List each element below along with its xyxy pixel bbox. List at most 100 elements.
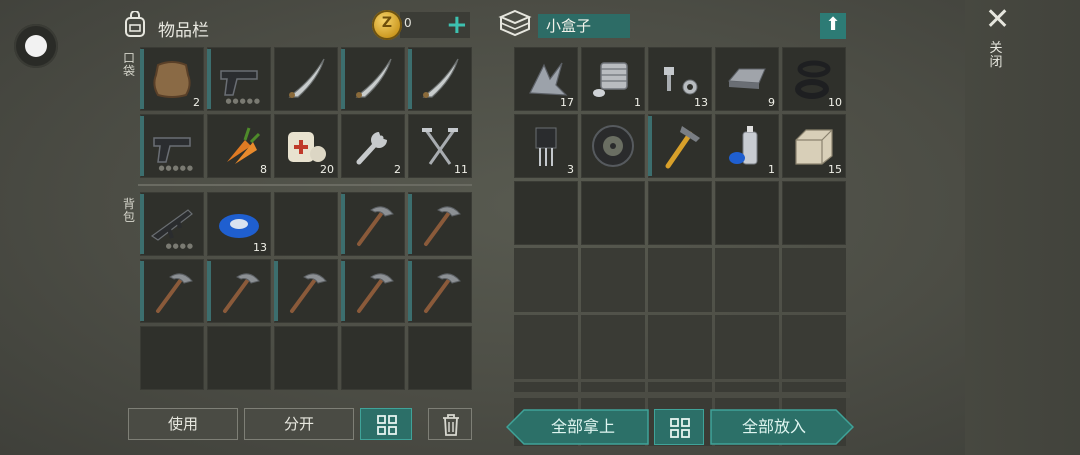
slot-empty[interactable] [648,181,712,245]
wrench-icon [356,132,387,165]
slot-iron-ingot[interactable]: 9 [715,47,779,111]
split-button[interactable]: 分开 [244,408,354,440]
backpack-icon [125,11,145,37]
slot-empty[interactable] [581,315,645,379]
coin-value: 0 [404,16,412,30]
take-all-label[interactable]: 全部拿上 [524,410,642,444]
pickaxe-icon [357,273,394,313]
slot-pistol[interactable]: ●●●●● [140,114,204,178]
slot-machete[interactable] [408,47,472,111]
add-coins-button[interactable]: + [446,10,468,40]
slot-empty[interactable] [782,248,846,312]
slot-empty[interactable] [514,248,578,312]
slot-empty[interactable] [715,181,779,245]
durability-bar [207,261,211,321]
durability-bar [408,261,412,321]
rifle-icon [150,209,193,241]
slot-empty[interactable] [274,192,338,256]
put-all-label[interactable]: 全部放入 [712,410,836,444]
slot-hammer[interactable] [648,114,712,178]
box-title: 小盒子 [538,14,630,38]
close-label[interactable]: 关闭 [988,42,1004,70]
item-count: 1 [768,163,775,176]
slot-transistor[interactable]: 3 [514,114,578,178]
slot-wrench[interactable]: 2 [341,114,405,178]
use-button[interactable]: 使用 [128,408,238,440]
item-count: 3 [567,163,574,176]
grid-icon [670,418,690,438]
slot-pistol[interactable]: ●●●●● [207,47,271,111]
slot-pickaxe[interactable] [341,259,405,323]
sort-button[interactable] [360,408,412,440]
slot-empty[interactable] [514,315,578,379]
slot-bolts[interactable]: 13 [648,47,712,111]
box-sort-button[interactable] [654,409,704,445]
spray-icon [729,126,758,165]
slot-stone-block[interactable]: 15 [782,114,846,178]
slot-scrap-metal[interactable]: 17 [514,47,578,111]
pickaxe-icon [290,273,327,313]
durability-bar [408,194,412,254]
slot-empty[interactable] [341,326,405,390]
durability-bar [408,49,412,109]
ammo-dots: ●●●● [165,242,194,250]
slot-pickaxe[interactable] [274,259,338,323]
slot-empty[interactable] [715,248,779,312]
slot-pickaxe[interactable] [207,259,271,323]
slot-machete[interactable] [274,47,338,111]
slot-assault-rifle[interactable]: ●●●● [140,192,204,256]
slot-empty[interactable] [207,326,271,390]
item-count: 17 [560,96,574,109]
slot-empty[interactable] [715,315,779,379]
item-count: 10 [828,96,842,109]
slot-empty[interactable] [514,181,578,245]
slot-leather-hide[interactable]: 2 [140,47,204,111]
durability-bar [648,116,652,176]
divider [138,184,472,186]
chip-icon [535,127,557,166]
upload-button[interactable]: ⬆ [820,13,846,39]
item-count: 13 [694,96,708,109]
slot-pickaxe[interactable] [140,259,204,323]
slot-wheel[interactable] [581,114,645,178]
arrow-up-icon: ⬆ [825,14,841,35]
pistol-icon [153,137,191,163]
slot-pickaxe[interactable] [408,192,472,256]
close-icon[interactable]: ✕ [985,2,1010,37]
slot-rubber-rings[interactable]: 10 [782,47,846,111]
slot-empty[interactable] [274,326,338,390]
slot-bandage[interactable]: 20 [274,114,338,178]
slot-empty[interactable] [408,326,472,390]
slot-empty[interactable] [581,248,645,312]
slot-empty[interactable] [581,181,645,245]
durability-bar [341,194,345,254]
item-count: 2 [394,163,401,176]
pistol-icon [220,70,258,96]
slot-empty[interactable] [648,315,712,379]
item-count: 2 [193,96,200,109]
pickaxe-icon [424,273,461,313]
carrot-icon [227,127,261,164]
slot-empty[interactable] [648,248,712,312]
durability-bar [341,261,345,321]
slot-nails[interactable]: 11 [408,114,472,178]
pickaxe-icon [223,273,260,313]
slot-empty[interactable] [782,181,846,245]
slot-pickaxe[interactable] [341,192,405,256]
hide-icon [153,61,191,98]
durability-bar [140,49,144,109]
slot-empty[interactable] [140,326,204,390]
item-count: 8 [260,163,267,176]
ammo-dots: ●●●●● [225,97,261,105]
slot-carrot[interactable]: 8 [207,114,271,178]
record-button[interactable] [14,24,58,68]
slot-pickaxe[interactable] [408,259,472,323]
slot-engine-part[interactable]: 1 [581,47,645,111]
slot-duct-tape[interactable]: 13 [207,192,271,256]
slot-spray-can[interactable]: 1 [715,114,779,178]
slot-machete[interactable] [341,47,405,111]
right-panel [965,0,1080,455]
slot-empty[interactable] [782,315,846,379]
delete-button[interactable] [428,408,472,440]
ingot-icon [727,68,766,89]
